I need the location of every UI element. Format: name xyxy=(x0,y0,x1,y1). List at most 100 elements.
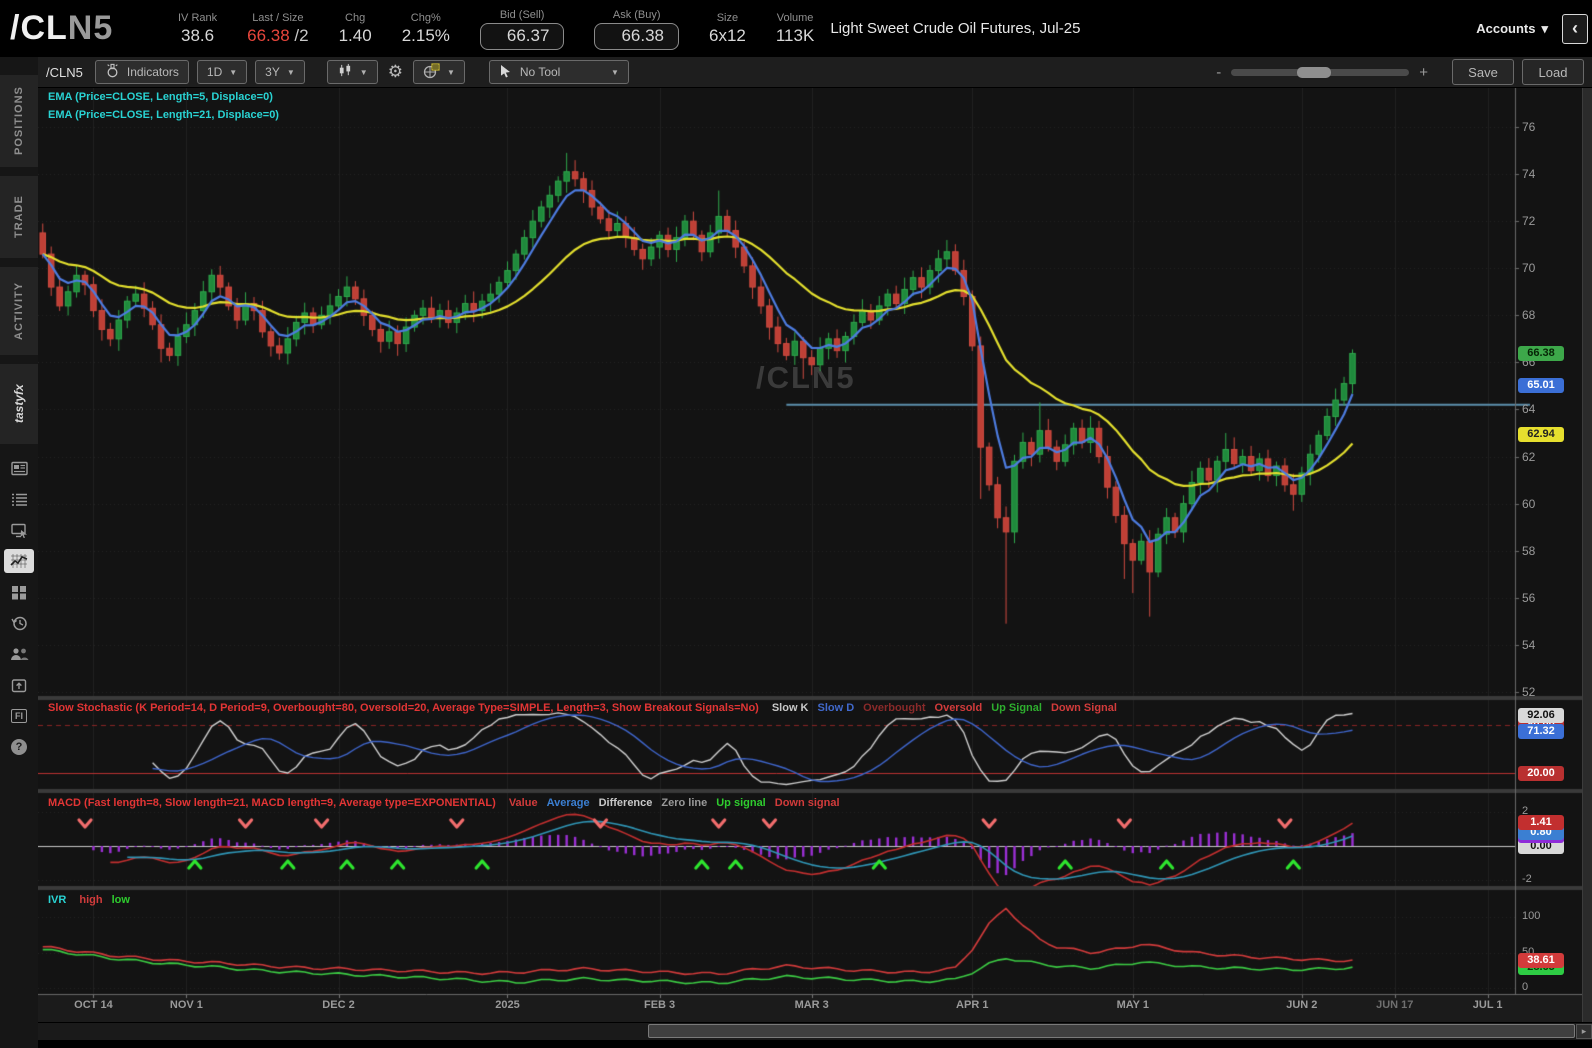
range-dropdown[interactable]: 3Y ▼ xyxy=(255,60,305,84)
caret-down-icon: ▼ xyxy=(611,68,619,77)
stochastic-legend-item: Down Signal xyxy=(1051,702,1117,714)
last-size-suffix: /2 xyxy=(290,26,309,45)
price-chart-canvas[interactable] xyxy=(38,88,1592,1040)
chg-pct-label: Chg% xyxy=(411,11,441,25)
bid-button[interactable]: 66.37 xyxy=(480,23,565,50)
price-axis-tick: 54 xyxy=(1522,638,1535,652)
sidebar-icon-apps[interactable] xyxy=(4,580,34,604)
load-button[interactable]: Load xyxy=(1522,59,1584,85)
x-axis-label-dec-2: DEC 2 xyxy=(308,999,370,1011)
axis-badge-20.00: 20.00 xyxy=(1518,766,1564,781)
chart-settings-button[interactable]: ⚙ xyxy=(386,60,405,84)
sidebar-icon-screen[interactable] xyxy=(4,518,34,542)
sidebar-tab-tastyfx[interactable]: tastyfx xyxy=(0,364,38,444)
instrument-name: Light Sweet Crude Oil Futures, Jul-25 xyxy=(830,20,1080,37)
iv-rank-field: IV Rank 38.6 xyxy=(178,11,217,47)
collapse-panel-button[interactable]: ‹ xyxy=(1562,14,1588,44)
stochastic-legend-item: Up Signal xyxy=(991,702,1042,714)
sidebar-tab-activity[interactable]: ACTIVITY xyxy=(0,267,38,355)
hscrollbar-right-button[interactable]: ▸ xyxy=(1576,1024,1592,1039)
last-size-field: Last / Size 66.38 /2 xyxy=(247,11,308,47)
apps-icon xyxy=(11,585,27,600)
sidebar-tab-trade[interactable]: TRADE xyxy=(0,176,38,258)
chg-label: Chg xyxy=(345,11,365,25)
hscrollbar-thumb[interactable] xyxy=(648,1024,1575,1038)
x-axis-label-oct-14: OCT 14 xyxy=(62,999,124,1011)
chg-pct-field: Chg% 2.15% xyxy=(402,11,450,47)
flask-icon xyxy=(105,63,120,81)
zoom-out-button[interactable]: - xyxy=(1216,64,1221,81)
macd-legend-item: Zero line xyxy=(661,797,707,809)
ivr-legend-item: low xyxy=(112,894,130,906)
sidebar-tab-positions[interactable]: POSITIONS xyxy=(0,75,38,167)
ask-field: Ask (Buy) 66.38 xyxy=(594,8,679,50)
indicators-button[interactable]: Indicators xyxy=(95,60,189,84)
sidebar-icon-watchlist[interactable] xyxy=(4,487,34,511)
size-field: Size 6x12 xyxy=(709,11,746,47)
layout-grid-icon xyxy=(423,63,440,82)
stochastic-legend-item: Oversold xyxy=(935,702,983,714)
price-axis-tick: 56 xyxy=(1522,591,1535,605)
ema-legend: EMA (Price=CLOSE, Length=5, Displace=0) … xyxy=(48,91,279,121)
stochastic-legend-item: Overbought xyxy=(863,702,925,714)
sidebar-icon-calendar[interactable] xyxy=(4,673,34,697)
macd-legend-item: Down signal xyxy=(775,797,840,809)
stochastic-legend-item: Slow D xyxy=(818,702,855,714)
chart-region: /CLN5 EMA (Price=CLOSE, Length=5, Displa… xyxy=(38,88,1592,1040)
size-value: 6x12 xyxy=(709,25,746,47)
chart-type-dropdown[interactable]: ▼ xyxy=(327,60,378,84)
chg-field: Chg 1.40 xyxy=(339,11,372,47)
last-size-label: Last / Size xyxy=(252,11,303,25)
bid-label: Bid (Sell) xyxy=(500,8,545,22)
zoom-slider[interactable] xyxy=(1231,69,1409,76)
ema-fast-label: EMA (Price=CLOSE, Length=5, Displace=0) xyxy=(48,91,279,103)
arrow-right-icon: ▸ xyxy=(1582,1026,1587,1037)
sidebar-icon-history[interactable] xyxy=(4,611,34,635)
sidebar-icon-help[interactable]: ? xyxy=(4,735,34,759)
sidebar-icon-news[interactable] xyxy=(4,456,34,480)
layout-dropdown[interactable]: ▼ xyxy=(413,60,465,84)
x-axis-label-feb-3: FEB 3 xyxy=(629,999,691,1011)
accounts-menu[interactable]: Accounts ▾ xyxy=(1476,21,1548,37)
chevron-down-icon: ▾ xyxy=(1541,21,1548,37)
quote-header: /CLN5 IV Rank 38.6 Last / Size 66.38 /2 … xyxy=(0,0,1592,57)
volume-label: Volume xyxy=(777,11,814,25)
history-icon xyxy=(11,615,28,631)
x-axis-label-jul-1: JUL 1 xyxy=(1457,999,1519,1011)
ivr-legend: IVRhighlow xyxy=(48,894,130,906)
zoom-in-button[interactable]: + xyxy=(1419,64,1428,81)
range-value: 3Y xyxy=(265,65,280,79)
timeframe-dropdown[interactable]: 1D ▼ xyxy=(197,60,247,84)
macd-legend: MACD (Fast length=8, Slow length=21, MAC… xyxy=(48,797,840,809)
chg-pct-value: 2.15% xyxy=(402,25,450,47)
price-axis-tick: 72 xyxy=(1522,214,1535,228)
drawing-tool-dropdown[interactable]: No Tool ▼ xyxy=(489,60,629,84)
stochastic-legend-item: Slow K xyxy=(772,702,809,714)
sidebar-icon-follow[interactable] xyxy=(4,642,34,666)
zoom-slider-thumb[interactable] xyxy=(1297,67,1331,78)
sidebar-icon-chart[interactable] xyxy=(4,549,34,573)
volume-field: Volume 113K xyxy=(776,11,814,47)
ask-button[interactable]: 66.38 xyxy=(594,23,679,50)
sidebar-icon-fi[interactable]: FI xyxy=(4,704,34,728)
axis-badge-62.94: 62.94 xyxy=(1518,427,1564,442)
price-axis-tick: 74 xyxy=(1522,167,1535,181)
symbol-root: /CL xyxy=(10,9,68,47)
stochastic-title: Slow Stochastic (K Period=14, D Period=9… xyxy=(48,702,759,714)
price-axis-tick: 64 xyxy=(1522,402,1535,416)
sidebar-tabs: POSITIONS TRADE ACTIVITY tastyfx xyxy=(0,57,38,444)
chart-icon xyxy=(10,553,28,569)
save-button[interactable]: Save xyxy=(1452,59,1514,85)
price-axis-tick: 58 xyxy=(1522,544,1535,558)
chart-toolbar: /CLN5 Indicators 1D ▼ 3Y ▼ ▼ ⚙ ▼ No Tool xyxy=(38,57,1592,88)
chart-hscrollbar[interactable]: ▸ xyxy=(38,1022,1592,1040)
size-label: Size xyxy=(717,11,738,25)
ask-label: Ask (Buy) xyxy=(613,8,661,22)
caret-down-icon: ▼ xyxy=(287,68,295,77)
fi-icon: FI xyxy=(11,709,27,723)
follow-icon xyxy=(10,647,29,661)
ema-slow-label: EMA (Price=CLOSE, Length=21, Displace=0) xyxy=(48,109,279,121)
macd-legend-item: Difference xyxy=(599,797,653,809)
gear-icon: ⚙ xyxy=(388,62,403,82)
x-axis-label-apr-1: APR 1 xyxy=(941,999,1003,1011)
